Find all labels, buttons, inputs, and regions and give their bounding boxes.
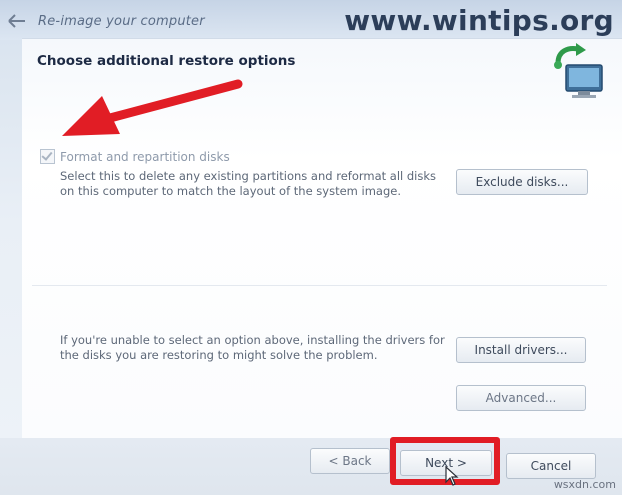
computer-restore-icon: [554, 43, 603, 98]
site-credit: wsxdn.com: [553, 478, 616, 491]
format-option: Format and repartition disks: [40, 149, 230, 164]
back-arrow-icon[interactable]: [8, 14, 26, 28]
watermark: www.wintips.org: [344, 4, 614, 37]
back-button[interactable]: < Back: [310, 448, 390, 474]
install-drivers-button[interactable]: Install drivers...: [456, 337, 586, 363]
mouse-cursor-icon: [445, 466, 459, 486]
page-title: Choose additional restore options: [37, 53, 296, 69]
window-title: Re-image your computer: [38, 14, 205, 29]
format-option-description: Select this to delete any existing parti…: [60, 169, 437, 198]
format-checkbox[interactable]: [40, 149, 55, 164]
reimage-wizard-screen: Re-image your computer www.wintips.org C…: [0, 0, 622, 495]
title-bar: Re-image your computer www.wintips.org: [0, 0, 622, 40]
advanced-button[interactable]: Advanced...: [456, 385, 586, 411]
drivers-hint: If you're unable to select an option abo…: [60, 333, 445, 362]
cancel-button[interactable]: Cancel: [506, 453, 596, 479]
section-divider: [32, 285, 607, 286]
format-option-label: Format and repartition disks: [60, 149, 230, 164]
exclude-disks-button[interactable]: Exclude disks...: [456, 169, 588, 195]
red-arrow-annotation-icon: [62, 79, 243, 136]
